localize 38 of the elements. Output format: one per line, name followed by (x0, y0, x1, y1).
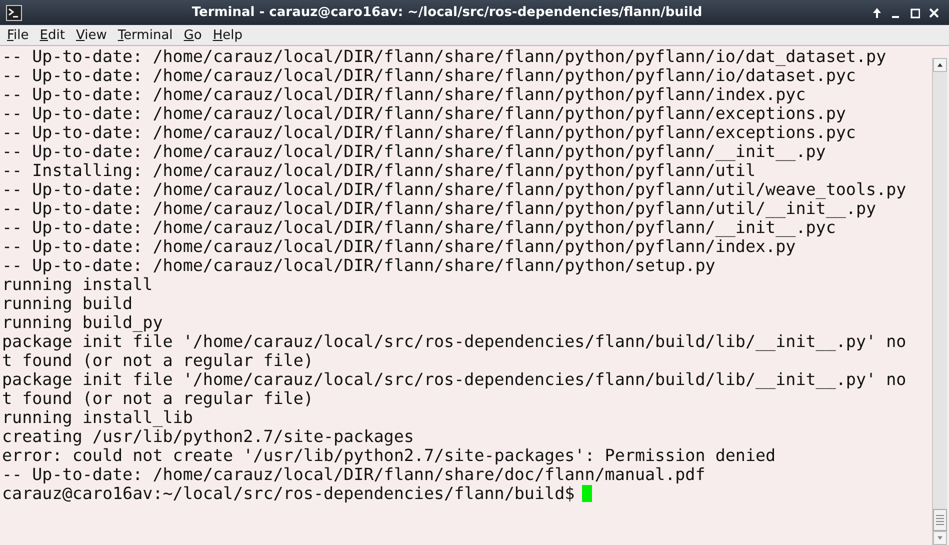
output-line: -- Up-to-date: /home/carauz/local/DIR/flann/share/flann/python/pyflann/io/dat_dataset.py (2, 47, 888, 66)
output-line: -- Installing: /home/carauz/local/DIR/flann/share/flann/python/pyflann/util (2, 161, 756, 180)
output-line: package init file '/home/carauz/local/src/ros-dependencies/flann/build/lib/__init__.py' no (2, 370, 908, 389)
output-line: -- Up-to-date: /home/carauz/local/DIR/flann/share/flann/python/pyflann/exceptions.pyc (2, 123, 857, 142)
menu-item[interactable]: Edit (34, 28, 71, 42)
text-cursor (582, 485, 592, 502)
arrow-up-icon[interactable] (872, 6, 882, 18)
output-line: -- Up-to-date: /home/carauz/local/DIR/flann/share/flann/python/pyflann/io/dataset.pyc (2, 66, 856, 85)
output-line: running install (2, 275, 154, 294)
scroll-thumb[interactable] (933, 509, 947, 531)
maximize-icon[interactable] (910, 6, 920, 18)
menu-item[interactable]: File (2, 28, 35, 42)
output-line: -- Up-to-date: /home/carauz/local/DIR/flann/share/doc/flann/manual.pdf (2, 465, 706, 484)
menu-item[interactable]: Go (178, 28, 208, 42)
output-line: -- Up-to-date: /home/carauz/local/DIR/flann/share/flann/python/pyflann/exceptions.py (2, 104, 847, 123)
output-line: -- Up-to-date: /home/carauz/local/DIR/flann/share/flann/python/pyflann/__init__.pyc (2, 218, 836, 237)
window-title: Terminal - carauz@caro16av: ~/local/src/ros-dependencies/flann/build (190, 5, 704, 20)
terminal-icon (6, 4, 22, 20)
close-icon[interactable] (929, 6, 939, 18)
output-line: package init file '/home/carauz/local/src/ros-dependencies/flann/build/lib/__init__.py' no (2, 332, 908, 351)
output-line: -- Up-to-date: /home/carauz/local/DIR/flann/share/flann/python/pyflann/util/weave_tools.py (2, 180, 908, 199)
output-line: running install_lib (2, 408, 193, 427)
shell-prompt: carauz@caro16av:~/local/src/ros-dependencies/flann/build$ (2, 484, 575, 503)
output-line: running build_py (2, 313, 164, 332)
output-line: -- Up-to-date: /home/carauz/local/DIR/flann/share/flann/python/pyflann/util/__init__.py (2, 199, 876, 218)
output-line: t found (or not a regular file) (2, 389, 314, 408)
menu-item[interactable]: View (70, 28, 113, 42)
output-line: -- Up-to-date: /home/carauz/local/DIR/flann/share/flann/python/pyflann/__init__.py (2, 142, 826, 161)
menu-item[interactable]: Help (208, 28, 248, 42)
output-line: -- Up-to-date: /home/carauz/local/DIR/flann/share/flann/python/pyflann/index.pyc (2, 85, 806, 104)
output-line: error: could not create '/usr/lib/python2.7/site-packages': Permission denied (2, 446, 777, 465)
output-line: -- Up-to-date: /home/carauz/local/DIR/flann/share/flann/python/setup.py (2, 256, 716, 275)
output-line: creating /usr/lib/python2.7/site-packages (2, 427, 415, 446)
menu-item[interactable]: Terminal (112, 28, 179, 42)
output-line: running build (2, 294, 134, 313)
output-line: t found (or not a regular file) (2, 351, 314, 370)
output-line: -- Up-to-date: /home/carauz/local/DIR/flann/share/flann/python/pyflann/index.py (2, 237, 796, 256)
scrollbar[interactable] (932, 58, 947, 545)
